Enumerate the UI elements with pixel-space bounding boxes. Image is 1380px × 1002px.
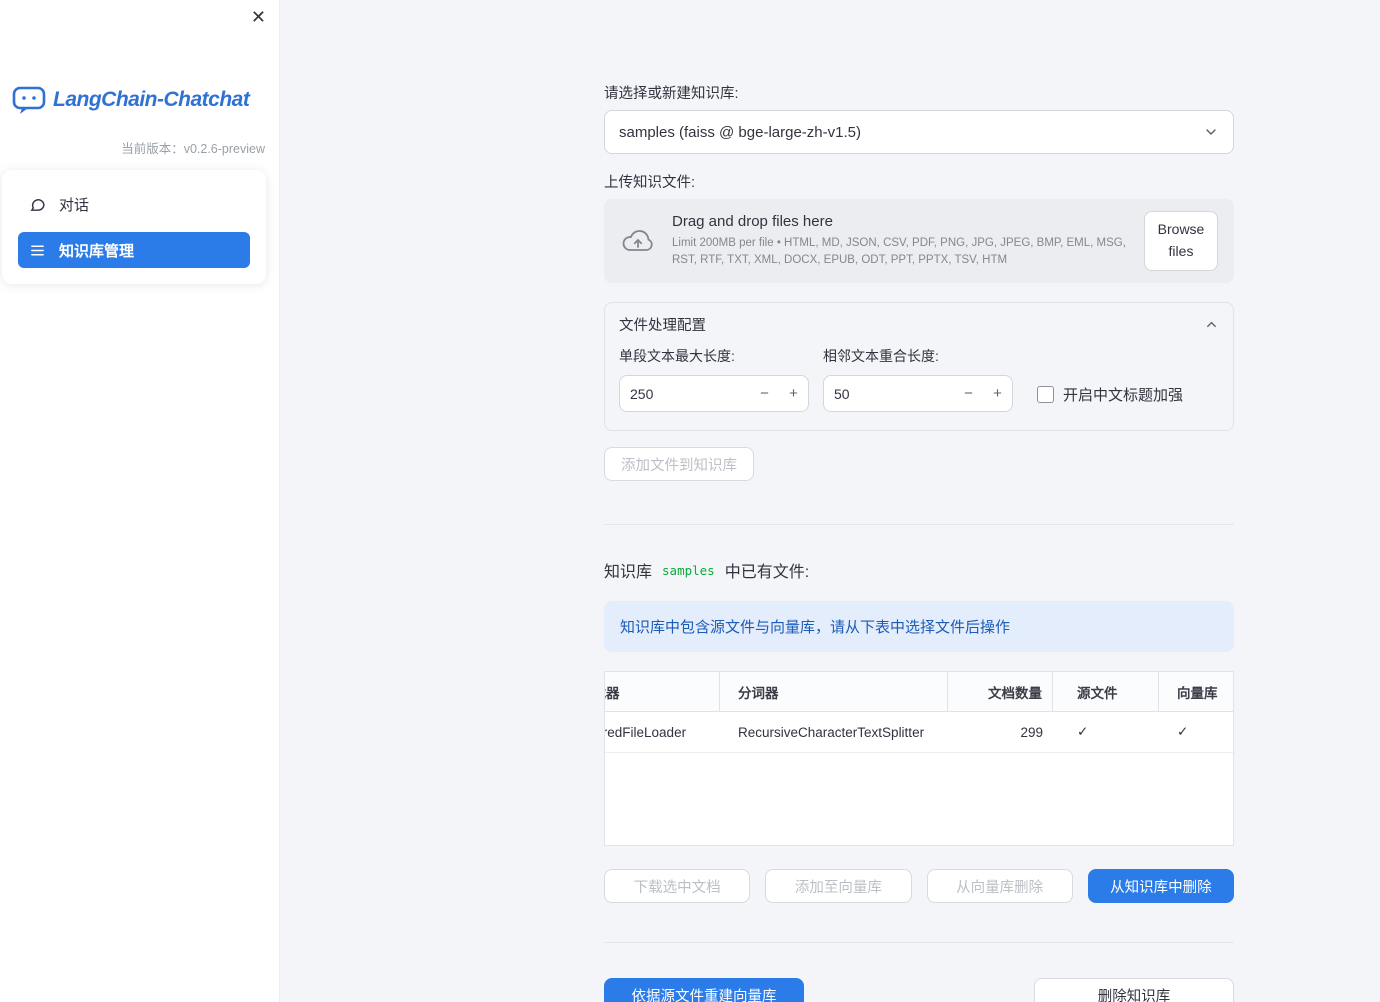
kb-select-value: samples (faiss @ bge-large-zh-v1.5) [619,123,861,141]
logo-text: LangChain-Chatchat [53,88,250,111]
max-length-label: 单段文本最大长度: [619,348,735,364]
app-logo: LangChain-Chatchat [12,85,250,115]
kb-files-suffix: 中已有文件: [724,564,810,581]
table-header-row: 文档加载器 分词器 文档数量 源文件 向量库 [605,672,1233,712]
knowledge-base-icon [29,242,46,259]
overlap-label: 相邻文本重合长度: [823,348,939,364]
kb-select[interactable]: samples (faiss @ bge-large-zh-v1.5) [604,110,1234,154]
sidebar-item-label: 对话 [59,196,90,214]
file-actions: 下载选中文档 添加至向量库 从向量库删除 从知识库中删除 [604,869,1234,903]
expander-title: 文件处理配置 [619,318,706,334]
kb-bottom-actions: 依据源文件重建向量库 删除知识库 [604,978,1234,1002]
sidebar-item-dialogue[interactable]: 对话 [18,186,250,222]
column-header-loader: 文档加载器 [605,672,720,711]
max-length-field[interactable] [620,385,750,402]
delete-kb-button[interactable]: 删除知识库 [1034,978,1234,1002]
logo-chat-icon [12,85,46,115]
sidebar-item-label: 知识库管理 [59,242,135,260]
divider [604,942,1234,943]
cell-vector-store-check: ✓ [1177,724,1189,739]
chevron-down-icon [1203,124,1219,140]
increment-button[interactable]: + [779,385,808,402]
close-icon[interactable]: ✕ [251,6,266,28]
cell-source-file-check: ✓ [1077,724,1089,739]
file-config-expander: 文件处理配置 单段文本最大长度: − + 相邻文本重合 [604,302,1234,431]
sidebar: ✕ LangChain-Chatchat 当前版本：v0.2.6-preview… [0,0,280,1002]
delete-from-vector-store-button[interactable]: 从向量库删除 [926,869,1073,903]
dropzone-hint: Limit 200MB per file • HTML, MD, JSON, C… [672,237,1126,266]
info-alert: 知识库中包含源文件与向量库，请从下表中选择文件后操作 [604,601,1234,652]
add-files-button[interactable]: 添加文件到知识库 [604,447,754,481]
cell-doc-count: 299 [1020,724,1043,740]
sidebar-menu: 对话 知识库管理 [2,170,266,284]
dropzone-texts: Drag and drop files here Limit 200MB per… [672,213,1144,268]
chevron-up-icon [1204,317,1219,332]
delete-from-kb-button[interactable]: 从知识库中删除 [1087,869,1234,903]
chat-bubble-icon [29,196,46,213]
column-header-source-file: 源文件 [1053,672,1159,711]
dropzone-title: Drag and drop files here [672,213,833,231]
version-label: 当前版本：v0.2.6-preview [121,142,265,156]
overlap-group: 相邻文本重合长度: − + [823,346,1013,412]
file-dropzone[interactable]: Drag and drop files here Limit 200MB per… [604,199,1234,283]
max-length-group: 单段文本最大长度: − + [619,346,809,412]
expander-header[interactable]: 文件处理配置 [605,303,1233,344]
overlap-field[interactable] [824,385,954,402]
rebuild-vector-store-button[interactable]: 依据源文件重建向量库 [604,978,804,1002]
cell-loader: UnstructuredFileLoader [605,724,687,740]
checkbox-box-icon[interactable] [1037,386,1054,403]
kb-name-code: samples [662,562,715,578]
increment-button[interactable]: + [983,385,1012,402]
table-row[interactable]: UnstructuredFileLoader RecursiveCharacte… [605,712,1233,753]
max-length-input: − + [619,375,809,412]
divider [604,524,1234,525]
kb-files-prefix: 知识库 [604,564,653,581]
files-table: 文档加载器 分词器 文档数量 源文件 向量库 UnstructuredFileL… [604,671,1234,846]
checkbox-label: 开启中文标题加强 [1063,387,1184,404]
browse-files-button[interactable]: Browse files [1144,211,1218,271]
decrement-button[interactable]: − [750,385,779,402]
cloud-upload-icon [620,225,656,257]
kb-files-heading: 知识库 samples 中已有文件: [604,558,1234,582]
cell-splitter: RecursiveCharacterTextSplitter [738,724,925,740]
column-header-splitter: 分词器 [720,672,948,711]
overlap-input: − + [823,375,1013,412]
kb-select-label: 请选择或新建知识库: [604,86,739,102]
upload-label: 上传知识文件: [604,175,696,191]
column-header-doc-count: 文档数量 [948,672,1053,711]
decrement-button[interactable]: − [954,385,983,402]
add-to-vector-store-button[interactable]: 添加至向量库 [765,869,912,903]
sidebar-item-knowledge-base[interactable]: 知识库管理 [18,232,250,268]
expander-body: 单段文本最大长度: − + 相邻文本重合长度: − + [605,344,1233,430]
main-content: 请选择或新建知识库: samples (faiss @ bge-large-zh… [280,0,1380,1002]
column-header-vector-store: 向量库 [1177,685,1218,701]
zh-title-enhance-checkbox[interactable]: 开启中文标题加强 [1037,377,1183,412]
download-selected-button[interactable]: 下载选中文档 [604,869,751,903]
